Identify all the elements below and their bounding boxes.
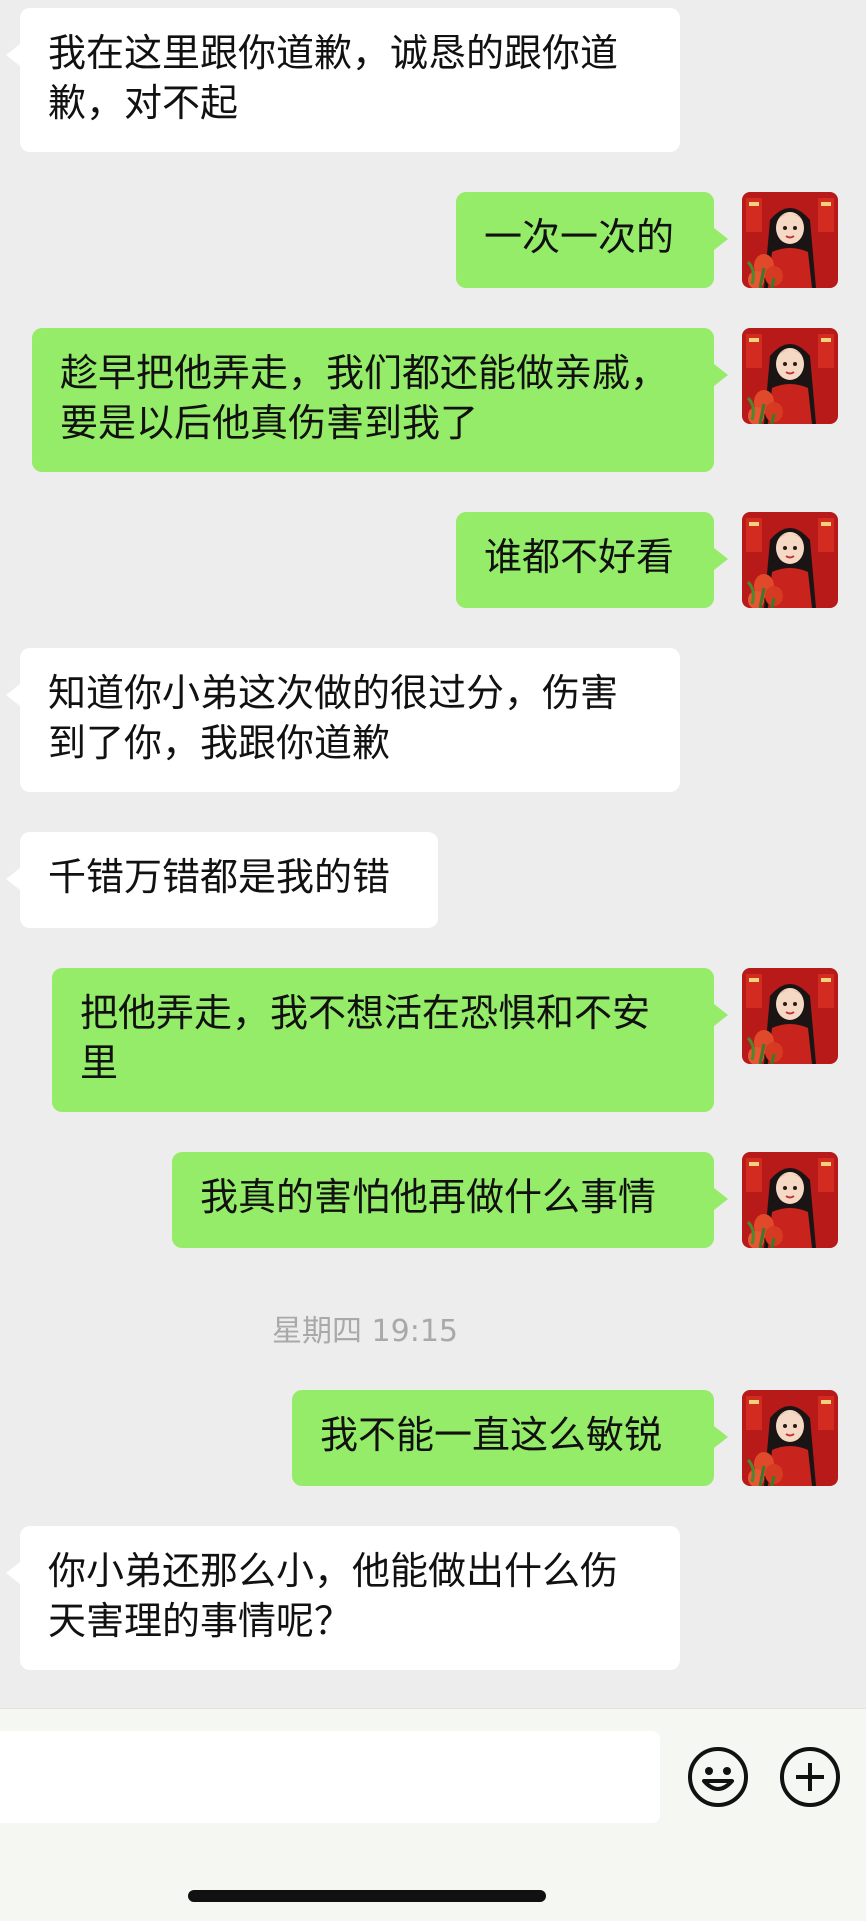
message-input[interactable] [0, 1731, 660, 1823]
message-text: 谁都不好看 [484, 535, 675, 579]
incoming-message-bubble[interactable]: 你小弟还那么小，他能做出什么伤天害理的事情呢？ [6, 1526, 680, 1670]
outgoing-message-bubble[interactable]: 谁都不好看 [456, 512, 728, 608]
incoming-message-bubble[interactable]: 知道你小弟这次做的很过分，伤害到了你，我跟你道歉 [6, 648, 680, 792]
message-text: 你小弟还那么小，他能做出什么伤天害理的事情呢？ [48, 1549, 619, 1643]
message-text: 我真的害怕他再做什么事情 [200, 1175, 657, 1219]
message-text: 我不能一直这么敏锐 [320, 1413, 663, 1457]
message-text: 一次一次的 [484, 215, 675, 259]
input-bar [0, 1708, 866, 1921]
user-avatar-icon[interactable] [742, 1152, 838, 1248]
incoming-message-bubble[interactable]: 千错万错都是我的错 [6, 832, 438, 928]
outgoing-message-bubble[interactable]: 把他弄走，我不想活在恐惧和不安里 [52, 968, 728, 1112]
smiley-face-icon [688, 1747, 748, 1807]
chat-message-list: 我在这里跟你道歉，诚恳的跟你道歉，对不起 一次一次的 趁早把他弄走，我们都还能做… [0, 0, 866, 1708]
home-indicator[interactable] [188, 1890, 546, 1902]
incoming-message-bubble[interactable]: 我在这里跟你道歉，诚恳的跟你道歉，对不起 [6, 8, 680, 152]
user-avatar-icon[interactable] [742, 512, 838, 608]
message-text: 我在这里跟你道歉，诚恳的跟你道歉，对不起 [48, 31, 619, 125]
user-avatar-icon[interactable] [742, 1390, 838, 1486]
plus-circle-icon [780, 1747, 840, 1807]
message-text: 知道你小弟这次做的很过分，伤害到了你，我跟你道歉 [48, 671, 619, 765]
message-text: 趁早把他弄走，我们都还能做亲戚，要是以后他真伤害到我了 [60, 351, 669, 445]
message-text: 把他弄走，我不想活在恐惧和不安里 [80, 991, 651, 1085]
outgoing-message-bubble[interactable]: 我不能一直这么敏锐 [292, 1390, 728, 1486]
user-avatar-icon[interactable] [742, 192, 838, 288]
outgoing-message-bubble[interactable]: 趁早把他弄走，我们都还能做亲戚，要是以后他真伤害到我了 [32, 328, 728, 472]
outgoing-message-bubble[interactable]: 我真的害怕他再做什么事情 [172, 1152, 728, 1248]
message-text: 千错万错都是我的错 [48, 855, 391, 899]
timestamp-divider: 星期四 19:15 [272, 1314, 458, 1349]
more-actions-button[interactable] [778, 1745, 842, 1809]
user-avatar-icon[interactable] [742, 968, 838, 1064]
outgoing-message-bubble[interactable]: 一次一次的 [456, 192, 728, 288]
emoji-button[interactable] [686, 1745, 750, 1809]
user-avatar-icon[interactable] [742, 328, 838, 424]
